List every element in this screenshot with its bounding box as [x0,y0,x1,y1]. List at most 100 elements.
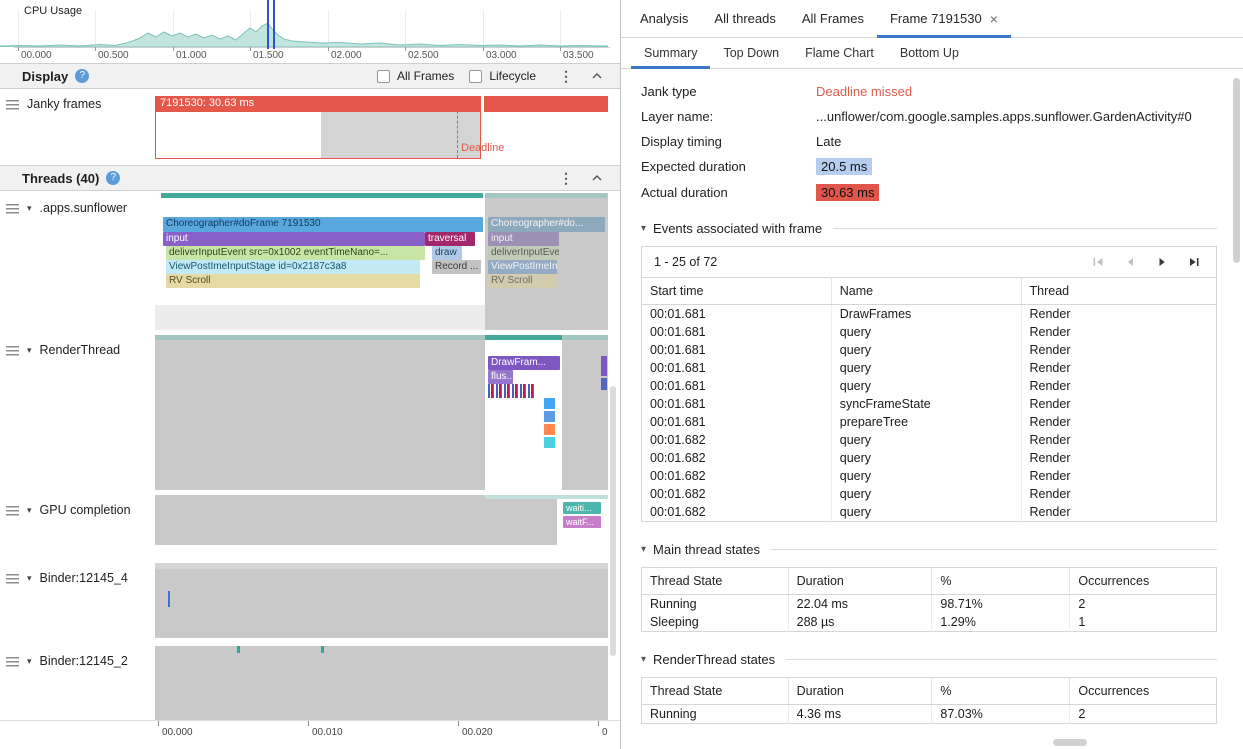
trace-event-bar-dim[interactable]: Choreographer#do... [488,217,605,232]
trace-event-bar[interactable]: input [163,232,425,246]
drag-handle-icon[interactable] [6,506,19,516]
events-table-row[interactable]: 00:01.681 prepareTree Render [642,413,1217,431]
events-table-row[interactable]: 00:01.681 query Render [642,359,1217,377]
trace-event-bar[interactable]: flus... [488,370,513,384]
subtab-bottom-up[interactable]: Bottom Up [887,38,972,68]
thread-timeline[interactable]: Choreographer#doFrame 7191530 input trav… [155,193,608,330]
thread-timeline[interactable]: waiti... waitF... [155,495,608,545]
events-table-row[interactable]: 00:01.681 query Render [642,323,1217,341]
selection-end-handle[interactable] [273,0,275,49]
column-header[interactable]: % [932,568,1070,595]
column-header[interactable]: Thread [1021,278,1217,305]
janky-frame-bar-overrun[interactable] [484,96,608,112]
thread-label-cell[interactable]: ▾ .apps.sunflower [0,193,155,330]
thread-label-cell[interactable]: ▾ RenderThread [0,335,155,490]
trace-event-bar[interactable]: draw [432,246,462,260]
all-frames-checkbox[interactable] [377,70,390,83]
trace-event-bar[interactable]: deliverInputEvent src=0x1002 eventTimeNa… [166,246,425,260]
thread-label-cell[interactable]: ▾ Binder:12145_2 [0,646,155,720]
drag-handle-icon[interactable] [6,346,19,356]
drag-handle-icon[interactable] [6,100,19,110]
thread-timeline[interactable] [155,563,608,638]
subtab-top-down[interactable]: Top Down [710,38,792,68]
help-icon[interactable]: ? [75,69,89,83]
column-header[interactable]: Start time [642,278,832,305]
tab-frame-7191530[interactable]: Frame 7191530 × [877,0,1011,37]
trace-event-bar[interactable]: waitF... [563,516,601,528]
cpu-usage-chart[interactable]: CPU Usage 00.000 00.500 01.000 01.500 02… [0,0,620,63]
trace-event-bar[interactable]: Record ... [432,260,481,274]
events-table-row[interactable]: 00:01.682 query Render [642,449,1217,467]
main-thread-states-header[interactable]: ▾ Main thread states [641,542,1217,557]
expand-caret-icon[interactable]: ▾ [27,656,32,667]
events-table-row[interactable]: 00:01.681 syncFrameState Render [642,395,1217,413]
column-header[interactable]: Name [831,278,1021,305]
expand-caret-icon[interactable]: ▾ [27,573,32,584]
horizontal-scrollbar-thumb[interactable] [1053,739,1087,746]
tab-all-frames[interactable]: All Frames [789,0,877,37]
column-header[interactable]: Duration [788,678,932,705]
states-table-row[interactable]: Running 4.36 ms 87.03% 2 [642,705,1217,724]
close-tab-icon[interactable]: × [990,12,998,26]
janky-frames-label-cell[interactable]: Janky frames [0,89,155,165]
thread-label-cell[interactable]: ▾ GPU completion [0,495,155,545]
renderthread-states-header[interactable]: ▾ RenderThread states [641,652,1217,667]
drag-handle-icon[interactable] [6,657,19,667]
states-table-row[interactable]: Running 22.04 ms 98.71% 2 [642,595,1217,614]
events-section-header[interactable]: ▾ Events associated with frame [641,221,1217,236]
expand-caret-icon[interactable]: ▾ [27,203,32,214]
trace-event-bar-dim[interactable]: ViewPostImeInp... [488,260,557,274]
trace-event-bar[interactable] [237,646,240,653]
expand-caret-icon[interactable]: ▾ [27,345,32,356]
lifecycle-checkbox[interactable] [469,70,482,83]
trace-event-bar[interactable]: RV Scroll [166,274,420,288]
events-table-row[interactable]: 00:01.682 query Render [642,467,1217,485]
column-header[interactable]: Thread State [642,568,789,595]
trace-event-bar[interactable]: waiti... [563,502,601,514]
janky-frame-bar[interactable]: 7191530: 30.63 ms [155,96,481,111]
vertical-scrollbar-thumb[interactable] [610,386,616,656]
thread-label-cell[interactable]: ▾ Binder:12145_4 [0,563,155,638]
collapse-caret-icon[interactable]: ▾ [641,654,646,665]
help-icon[interactable]: ? [106,171,120,185]
events-table-row[interactable]: 00:01.681 query Render [642,341,1217,359]
tab-analysis[interactable]: Analysis [627,0,701,37]
trace-event-cluster[interactable] [488,384,534,398]
collapse-caret-icon[interactable]: ▾ [641,223,646,234]
first-page-icon[interactable] [1092,256,1104,268]
events-table-row[interactable]: 00:01.682 query Render [642,431,1217,449]
drag-handle-icon[interactable] [6,204,19,214]
trace-event-bar[interactable] [601,378,607,390]
trace-event-bar-dim[interactable]: deliverInputEven... [488,246,559,260]
trace-event-bar-dim[interactable]: RV Scroll [488,274,557,288]
trace-event-bar-dim[interactable]: input [488,232,559,246]
collapse-chevron-icon[interactable] [588,71,606,81]
subtab-flame-chart[interactable]: Flame Chart [792,38,887,68]
trace-event-bar[interactable] [601,356,607,376]
drag-handle-icon[interactable] [6,574,19,584]
column-header[interactable]: % [932,678,1070,705]
previous-page-icon[interactable] [1124,256,1136,268]
trace-event-bar[interactable]: DrawFram... [488,356,560,370]
trace-event-bar[interactable] [544,437,555,448]
events-table-row[interactable]: 00:01.681 DrawFrames Render [642,305,1217,324]
kebab-menu-icon[interactable]: ⋮ [551,68,581,85]
trace-event-bar[interactable]: Choreographer#doFrame 7191530 [163,217,483,232]
trace-event-bar[interactable] [168,591,170,607]
trace-event-bar[interactable] [544,398,555,409]
expand-caret-icon[interactable]: ▾ [27,505,32,516]
last-page-icon[interactable] [1188,256,1200,268]
collapse-caret-icon[interactable]: ▾ [641,544,646,555]
column-header[interactable]: Occurrences [1070,678,1217,705]
trace-event-bar[interactable] [544,411,555,422]
thread-timeline[interactable]: DrawFram... flus... [155,335,608,490]
trace-event-bar[interactable] [321,646,324,653]
column-header[interactable]: Duration [788,568,932,595]
kebab-menu-icon[interactable]: ⋮ [551,170,581,187]
selection-start-handle[interactable] [267,0,269,49]
tab-all-threads[interactable]: All threads [701,0,788,37]
column-header[interactable]: Occurrences [1070,568,1217,595]
events-table-row[interactable]: 00:01.681 query Render [642,377,1217,395]
thread-timeline[interactable] [155,646,608,720]
events-table-row[interactable]: 00:01.682 query Render [642,485,1217,503]
